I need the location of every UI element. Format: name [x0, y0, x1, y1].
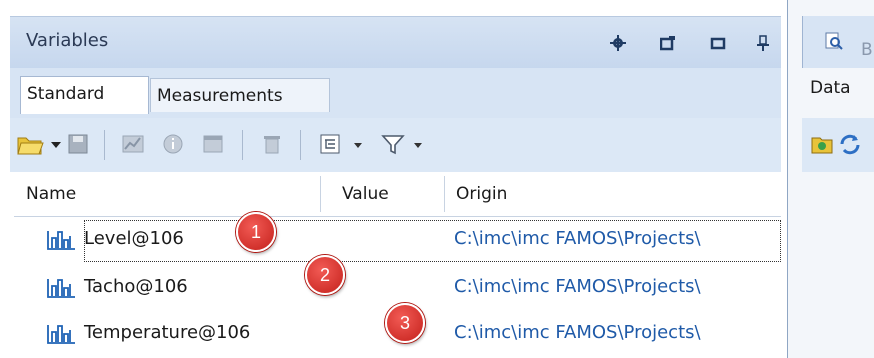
column-header-name[interactable]: Name [14, 172, 320, 216]
tab-measurements[interactable]: Measurements [150, 78, 330, 112]
panel-title: Variables [26, 30, 109, 51]
waveform-icon [47, 279, 75, 298]
chart-icon[interactable] [120, 131, 146, 157]
pin-icon[interactable] [755, 35, 771, 51]
magnifier-document-icon[interactable] [825, 32, 843, 50]
callout-marker-2: 2 [305, 255, 345, 295]
dropdown-arrow-icon[interactable] [352, 131, 364, 157]
variable-name: Temperature@106 [84, 322, 251, 343]
column-header-origin[interactable]: Origin [444, 172, 781, 216]
data-browser-icon[interactable] [810, 132, 834, 156]
waveform-icon [47, 325, 75, 344]
delete-icon[interactable] [260, 131, 284, 157]
dropdown-arrow-icon[interactable] [412, 131, 424, 157]
column-header-value[interactable]: Value [332, 172, 452, 216]
toolbar-separator [242, 130, 243, 160]
variable-origin: C:\imc\imc FAMOS\Projects\ [454, 276, 701, 297]
table-icon[interactable] [200, 131, 226, 157]
float-window-icon[interactable] [660, 35, 676, 51]
side-tab-strip: B [802, 16, 874, 68]
side-tab-label[interactable]: B [861, 40, 873, 60]
callout-marker-1: 1 [236, 212, 276, 252]
side-panel: B Data [788, 0, 874, 358]
filter-icon[interactable] [380, 131, 406, 157]
panel-tab-strip: Standard Measurements [10, 68, 781, 118]
waveform-icon [47, 231, 75, 250]
selection-focus-rect [84, 220, 781, 262]
toolbar-separator [300, 130, 301, 160]
tab-standard[interactable]: Standard [20, 76, 149, 114]
panel-toolbar [10, 118, 781, 172]
panel-title-bar: Variables [10, 16, 781, 69]
side-tab-data[interactable]: Data [810, 78, 851, 98]
save-icon[interactable] [66, 131, 90, 157]
variable-name: Tacho@106 [84, 276, 188, 297]
toolbar-separator [104, 130, 105, 160]
variable-origin: C:\imc\imc FAMOS\Projects\ [454, 322, 701, 343]
callout-marker-3: 3 [385, 303, 425, 343]
maximize-icon[interactable] [710, 35, 726, 51]
refresh-icon[interactable] [838, 132, 862, 156]
gear-icon[interactable] [610, 35, 626, 51]
tree-view-icon[interactable] [318, 131, 342, 157]
dropdown-arrow-icon[interactable] [50, 131, 62, 157]
variables-panel: Variables Standard Measurements Name Val… [0, 0, 788, 358]
table-header: Name Value Origin [14, 172, 781, 217]
side-toolbar [802, 118, 874, 172]
info-icon[interactable] [160, 131, 186, 157]
column-divider[interactable] [320, 176, 321, 212]
folder-open-icon[interactable] [16, 131, 46, 157]
